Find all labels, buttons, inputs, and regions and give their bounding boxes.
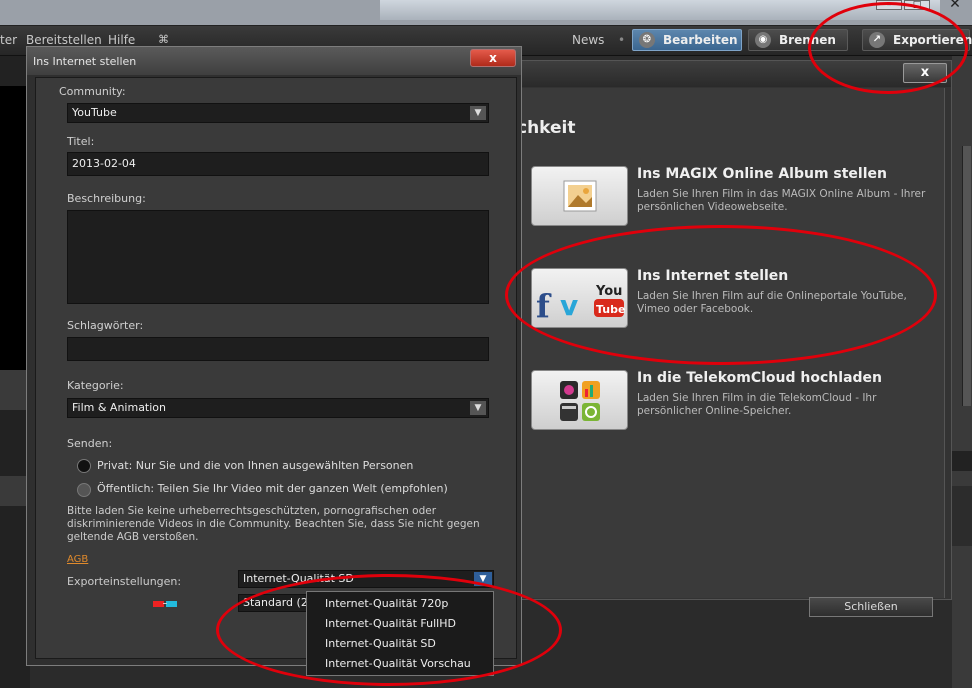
quality-dropdown: Internet-Qualität 720p Internet-Qualität…: [306, 591, 494, 676]
export-dialog-titlebar: [515, 61, 951, 87]
senden-label: Senden:: [67, 437, 113, 450]
privat-radio[interactable]: [77, 459, 91, 473]
3d-glasses-icon: [152, 600, 182, 608]
option-magix-album[interactable]: Ins MAGIX Online Album stellen Laden Sie…: [531, 166, 941, 230]
separator-dot: •: [618, 33, 626, 47]
social-icons: f v You Tube: [536, 284, 625, 325]
exportieren-button[interactable]: ↗ Exportieren: [862, 29, 972, 51]
export-dialog-body: chkeit Ins MAGIX Online Album stellen La…: [515, 88, 945, 617]
export-dialog-close-button[interactable]: x: [903, 63, 947, 83]
export-dialog-heading: chkeit: [517, 118, 576, 138]
dropdown-item-720p[interactable]: Internet-Qualität 720p: [325, 597, 448, 610]
warning-text: Bitte laden Sie keine urheberrechtsgesch…: [67, 505, 480, 543]
chevron-down-icon[interactable]: ▼: [474, 572, 492, 586]
app-grid-icon: [560, 381, 600, 421]
oeffentlich-radio[interactable]: [77, 483, 91, 497]
dialog-close-button[interactable]: x: [470, 49, 516, 67]
dropdown-item-vorschau[interactable]: Internet-Qualität Vorschau: [325, 657, 471, 670]
window-close-icon[interactable]: ✕: [940, 0, 970, 12]
bearbeiten-button[interactable]: ❂ Bearbeiten: [632, 29, 742, 51]
agb-link[interactable]: AGB: [67, 554, 88, 565]
menu-item-hilfe[interactable]: Hilfe: [108, 33, 135, 47]
vimeo-icon: v: [560, 289, 578, 322]
cloud-tile[interactable]: [531, 370, 628, 430]
help-icon[interactable]: ⌘: [158, 33, 169, 46]
option-title: Ins Internet stellen: [637, 268, 789, 284]
option-internet[interactable]: f v You Tube Ins Internet stellen Laden …: [531, 268, 941, 332]
dialog-title: Ins Internet stellen: [33, 55, 137, 68]
schlagwoerter-label: Schlagwörter:: [67, 319, 144, 332]
oeffentlich-text: Öffentlich: Teilen Sie Ihr Video mit der…: [97, 482, 448, 495]
image-icon: [563, 180, 597, 212]
facebook-icon: f: [536, 287, 552, 325]
standard-select[interactable]: Standard (20: [238, 594, 308, 612]
titel-label: Titel:: [67, 135, 95, 148]
community-label: Community:: [59, 85, 126, 98]
dropdown-item-sd[interactable]: Internet-Qualität SD: [325, 637, 436, 650]
maximize-button[interactable]: □: [904, 0, 930, 10]
beschreibung-textarea[interactable]: [67, 210, 489, 304]
option-telekom-cloud[interactable]: In die TelekomCloud hochladen Laden Sie …: [531, 370, 941, 434]
window-top-strip: – □ ✕: [0, 0, 972, 26]
scrollbar[interactable]: [962, 146, 971, 406]
svg-text:Tube: Tube: [596, 303, 625, 316]
brennen-button[interactable]: ◉ Brennen: [748, 29, 848, 51]
news-link[interactable]: News: [572, 33, 604, 47]
export-quality-select[interactable]: Internet-Qualität SD ▼: [238, 570, 494, 588]
titel-input[interactable]: 2013-02-04: [67, 152, 489, 176]
privat-text: Privat: Nur Sie und die von Ihnen ausgew…: [97, 459, 414, 472]
export-arrow-icon: ↗: [869, 32, 885, 48]
kategorie-select[interactable]: Film & Animation ▼: [67, 398, 489, 418]
beschreibung-label: Beschreibung:: [67, 192, 146, 205]
community-select[interactable]: YouTube ▼: [67, 103, 489, 123]
export-dialog: x chkeit Ins MAGIX Online Album stellen …: [514, 60, 952, 617]
option-description: Laden Sie Ihren Film auf die Onlineporta…: [637, 290, 907, 315]
right-edge-panel: [952, 56, 972, 688]
option-description: Laden Sie Ihren Film in die TelekomCloud…: [637, 392, 877, 417]
film-reel-icon: ❂: [639, 32, 655, 48]
chevron-down-icon[interactable]: ▼: [470, 106, 486, 120]
background-window-strip: [380, 0, 940, 20]
internet-tile[interactable]: f v You Tube: [531, 268, 628, 328]
minimize-button[interactable]: –: [876, 0, 902, 10]
schliessen-button[interactable]: Schließen: [809, 597, 933, 617]
youtube-icon: You: [595, 284, 622, 299]
menu-item-bereitstellen[interactable]: Bereitstellen: [26, 33, 102, 47]
option-title: In die TelekomCloud hochladen: [637, 370, 882, 386]
option-title: Ins MAGIX Online Album stellen: [637, 166, 887, 182]
schlagwoerter-input[interactable]: [67, 337, 489, 361]
edge-control[interactable]: [952, 451, 972, 471]
edge-track: [952, 486, 972, 546]
option-description: Laden Sie Ihren Film in das MAGIX Online…: [637, 188, 926, 213]
dropdown-item-fullhd[interactable]: Internet-Qualität FullHD: [325, 617, 456, 630]
kategorie-label: Kategorie:: [67, 379, 124, 392]
chevron-down-icon[interactable]: ▼: [470, 401, 486, 415]
album-tile[interactable]: [531, 166, 628, 226]
export-settings-label: Exporteinstellungen:: [67, 575, 182, 588]
menu-item-partial[interactable]: ter: [0, 33, 17, 47]
disc-icon: ◉: [755, 32, 771, 48]
